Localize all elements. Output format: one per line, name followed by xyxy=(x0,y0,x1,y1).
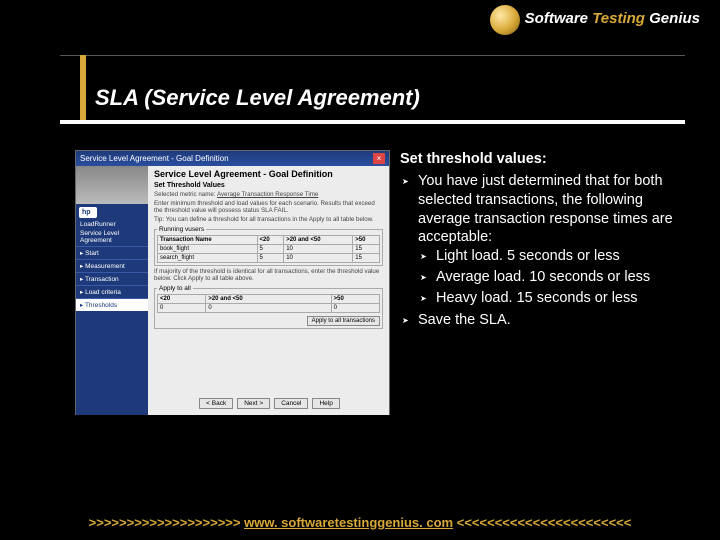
bullet-item: Save the SLA. xyxy=(418,311,690,330)
cell[interactable]: 0 xyxy=(206,304,331,313)
dialog-button-row: < Back Next > Cancel Help xyxy=(156,398,383,409)
sidebar-title: Service Level Agreement xyxy=(80,230,144,244)
cell[interactable]: 5 xyxy=(257,245,284,254)
close-icon[interactable]: × xyxy=(373,153,385,164)
brand-word-1: Software xyxy=(525,10,588,27)
cell[interactable]: 15 xyxy=(353,245,380,254)
content-lead: Set threshold values: xyxy=(400,150,690,169)
apply-group: Apply to all <20 >20 and <50 >50 0 0 0 A… xyxy=(154,285,383,329)
apply-table: <20 >20 and <50 >50 0 0 0 xyxy=(157,294,380,313)
cell[interactable]: 15 xyxy=(353,254,380,263)
dialog-titlebar: Service Level Agreement - Goal Definitio… xyxy=(76,151,389,166)
dialog-desc2: Tip: You can define a threshold for all … xyxy=(154,216,383,223)
th: >50 xyxy=(353,236,380,245)
content-area: Set threshold values: You have just dete… xyxy=(400,150,690,333)
cell: search_flight xyxy=(158,254,258,263)
dialog-subheading: Set Threshold Values xyxy=(154,182,383,189)
cell[interactable]: 5 xyxy=(257,254,284,263)
dialog-desc1: Enter minimum threshold and load values … xyxy=(154,200,383,214)
table-row: book_flight 5 10 15 xyxy=(158,245,380,254)
table-row: search_flight 5 10 15 xyxy=(158,254,380,263)
sidebar-banner xyxy=(76,166,148,204)
cell[interactable]: 0 xyxy=(158,304,206,313)
cell[interactable]: 0 xyxy=(331,304,379,313)
footer: >>>>>>>>>>>>>>>>>>>> www. softwaretestin… xyxy=(0,515,720,530)
dialog-main: Service Level Agreement - Goal Definitio… xyxy=(148,166,389,415)
sub-bullet-item: Light load. 5 seconds or less xyxy=(436,247,690,266)
sidebar-item-thresholds[interactable]: ▸ Thresholds xyxy=(76,298,148,311)
cell[interactable]: 10 xyxy=(284,254,353,263)
footer-right: <<<<<<<<<<<<<<<<<<<<<<< xyxy=(457,515,632,530)
sidebar-item-label: Measurement xyxy=(85,263,125,270)
sidebar-item-label: Start xyxy=(85,250,99,257)
sidebar-item-label: Thresholds xyxy=(85,302,117,309)
sidebar-item-measurement[interactable]: ▸ Measurement xyxy=(76,259,148,272)
sidebar-item-label: Transaction xyxy=(85,276,119,283)
hp-logo: hp xyxy=(79,207,97,218)
thin-rule xyxy=(60,55,685,56)
apply-all-button[interactable]: Apply to all transactions xyxy=(307,316,380,326)
goal-row: Selected metric name: Average Transactio… xyxy=(154,191,383,198)
slide-title: SLA (Service Level Agreement) xyxy=(95,85,420,111)
dialog-desc3: If majority of the threshold is identica… xyxy=(154,268,383,282)
sidebar-brand: LoadRunner xyxy=(80,221,144,228)
apply-group-legend: Apply to all xyxy=(157,285,193,292)
th: >20 and <50 xyxy=(284,236,353,245)
brand-word-2: Testing xyxy=(592,10,645,27)
help-button[interactable]: Help xyxy=(312,398,339,409)
sub-bullet-item: Average load. 10 seconds or less xyxy=(436,268,690,287)
sub-bullet-item: Heavy load. 15 seconds or less xyxy=(436,289,690,308)
thresholds-table: Transaction Name <20 >20 and <50 >50 boo… xyxy=(157,235,380,263)
dialog-title-text: Service Level Agreement - Goal Definitio… xyxy=(80,154,229,163)
title-rule xyxy=(60,120,685,124)
brand-logo: Software Testing Genius xyxy=(525,10,700,27)
table-header-row: <20 >20 and <50 >50 xyxy=(158,295,380,304)
dialog-heading: Service Level Agreement - Goal Definitio… xyxy=(154,169,383,179)
bullet-text: You have just determined that for both s… xyxy=(418,173,673,246)
bullet-item: You have just determined that for both s… xyxy=(418,172,690,308)
footer-left: >>>>>>>>>>>>>>>>>>>> xyxy=(89,515,241,530)
table-header-row: Transaction Name <20 >20 and <50 >50 xyxy=(158,236,380,245)
accent-tab xyxy=(80,55,86,123)
logo-orb xyxy=(490,5,520,35)
table-row: 0 0 0 xyxy=(158,304,380,313)
cancel-button[interactable]: Cancel xyxy=(274,398,308,409)
sidebar-item-start[interactable]: ▸ Start xyxy=(76,246,148,259)
footer-link[interactable]: www. softwaretestinggenius. com xyxy=(244,515,453,530)
th: <20 xyxy=(158,295,206,304)
sidebar-item-transaction[interactable]: ▸ Transaction xyxy=(76,272,148,285)
dialog-sidebar: hp LoadRunner Service Level Agreement ▸ … xyxy=(76,166,148,415)
goal-value: Average Transaction Response Time xyxy=(217,191,318,198)
back-button[interactable]: < Back xyxy=(199,398,233,409)
goal-label: Selected metric name: xyxy=(154,191,216,198)
th: Transaction Name xyxy=(158,236,258,245)
th: <20 xyxy=(257,236,284,245)
sidebar-item-loadcriteria[interactable]: ▸ Load criteria xyxy=(76,285,148,298)
brand-word-3: Genius xyxy=(649,10,700,27)
thresholds-group-legend: Running vusers xyxy=(157,226,206,233)
thresholds-group: Running vusers Transaction Name <20 >20 … xyxy=(154,226,383,266)
cell[interactable]: 10 xyxy=(284,245,353,254)
th: >20 and <50 xyxy=(206,295,331,304)
th: >50 xyxy=(331,295,379,304)
sla-dialog: Service Level Agreement - Goal Definitio… xyxy=(75,150,390,415)
cell: book_flight xyxy=(158,245,258,254)
sidebar-item-label: Load criteria xyxy=(85,289,121,296)
next-button[interactable]: Next > xyxy=(237,398,270,409)
